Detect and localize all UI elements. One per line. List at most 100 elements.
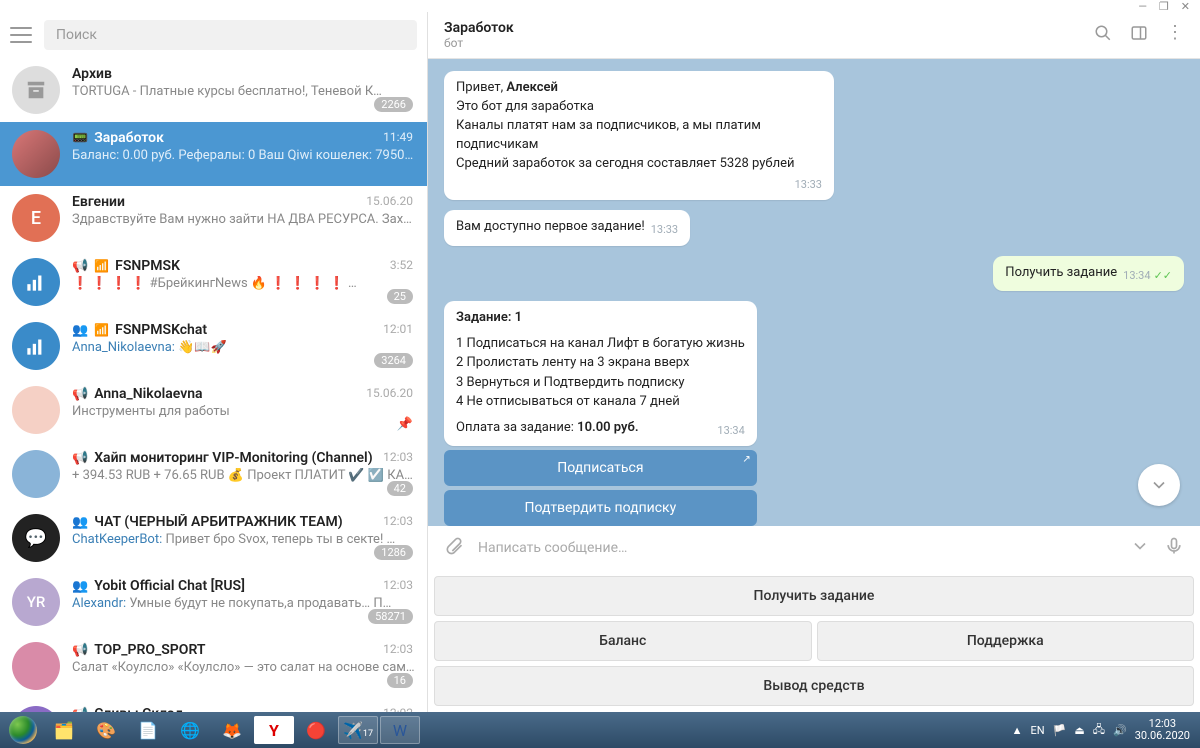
avatar (12, 322, 60, 370)
task-telegram[interactable]: ✈️17 (338, 716, 378, 744)
search-input[interactable]: Поиск (44, 20, 417, 50)
menu-icon[interactable] (10, 27, 32, 43)
chat-title: Хайп мониторинг VIP-Monitoring (Channel) (94, 450, 372, 466)
tray-clock[interactable]: 12:03 30.06.2020 (1135, 718, 1190, 742)
sidebar-item-evgenii[interactable]: Е Евгении Здравствуйте Вам нужно зайти Н… (0, 186, 427, 250)
avatar (12, 130, 60, 178)
external-link-icon: ↗ (742, 454, 750, 465)
chat-title: TOP_PRO_SPORT (94, 642, 205, 658)
mic-icon[interactable] (1164, 536, 1184, 560)
close-icon[interactable]: ✕ (1181, 0, 1190, 13)
chat-title: Евгении (72, 194, 125, 210)
chat-time: 3:52 (390, 258, 413, 272)
archive-icon (12, 66, 60, 114)
chat-time: 15.06.20 (366, 386, 413, 400)
chat-header[interactable]: Заработок бот ⋮ (428, 12, 1200, 59)
messages: Привет, Алексей Это бот для заработка Ка… (428, 59, 1200, 526)
unread-badge: 25 (387, 289, 413, 304)
system-tray[interactable]: ▲ EN 🏳️ ⏏ 🖧 🔊 12:03 30.06.2020 (1012, 718, 1196, 742)
search-icon[interactable] (1094, 24, 1112, 46)
inline-button-confirm[interactable]: Подтвердить подписку (444, 490, 757, 526)
sidebar-item-archive[interactable]: Архив TORTUGA - Платные курсы бесплатно!… (0, 58, 427, 122)
group-icon: 👥 (72, 515, 88, 530)
attach-icon[interactable] (444, 536, 464, 560)
message-input[interactable] (478, 540, 1116, 556)
sidebar-item-vip-monitoring[interactable]: 📢 Хайп мониторинг VIP-Monitoring (Channel… (0, 442, 427, 506)
message-time: 13:34✓✓ (1123, 268, 1172, 283)
chat-title: Сливы Склад (94, 706, 183, 712)
channel-icon: 📢 (72, 707, 88, 713)
chat-time: 12:01 (383, 322, 413, 336)
chat-time: 12:03 (383, 450, 413, 464)
task-paint[interactable]: 🎨 (86, 716, 126, 744)
task-opera[interactable]: 🔴 (296, 716, 336, 744)
sidepanel-icon[interactable] (1130, 24, 1148, 46)
channel-icon: 📢 (72, 451, 88, 466)
start-button[interactable] (4, 715, 42, 745)
sidebar-item-black-arbitr[interactable]: 💬 👥ЧАТ (ЧЕРНЫЙ АРБИТРАЖНИК TEAM) ChatKee… (0, 506, 427, 570)
tray-eject-icon[interactable]: ⏏ (1074, 724, 1084, 737)
task-yandex[interactable]: Y (254, 716, 294, 744)
chat-title: Anna_Nikolaevna (94, 386, 202, 402)
kb-get-task[interactable]: Получить задание (434, 576, 1194, 616)
chat-preview: Салат «Коулсло» «Коулсло» — это салат на… (72, 660, 415, 675)
avatar (12, 258, 60, 306)
tray-chevron-icon[interactable]: ▲ (1012, 724, 1023, 737)
app-body: Поиск Архив TORTUGA - Платные курсы бесп… (0, 12, 1200, 712)
scroll-down-button[interactable] (1138, 464, 1180, 506)
kb-support[interactable]: Поддержка (817, 621, 1195, 661)
main-panel: Заработок бот ⋮ Привет, Алексей Это бот … (428, 12, 1200, 712)
message-out[interactable]: Получить задание13:34✓✓ (993, 256, 1184, 291)
unread-badge: 1286 (374, 545, 413, 560)
keyboard-collapse-icon[interactable] (1130, 536, 1150, 560)
chat-preview: TORTUGA - Платные курсы бесплатно!, Тене… (72, 84, 415, 99)
task-notepad[interactable]: 📄 (128, 716, 168, 744)
chat-preview: Здравствуйте Вам нужно зайти НА ДВА РЕСУ… (72, 212, 415, 227)
search-row: Поиск (0, 12, 427, 58)
more-icon[interactable]: ⋮ (1166, 24, 1184, 46)
chat-time: 12:03 (383, 642, 413, 656)
group-icon: 👥 (72, 579, 88, 594)
chat-title: Yobit Official Chat [RUS] (94, 578, 245, 594)
maximize-icon[interactable]: ❐ (1159, 0, 1169, 13)
sidebar-item-slivy[interactable]: 🧠 📢Сливы Склад Фотография. Автор: Мария … (0, 698, 427, 712)
sidebar-item-fsnpmskchat[interactable]: 👥📶FSNPMSKchat Anna_Nikolaevna: 👋📖🚀 12:01… (0, 314, 427, 378)
task-firefox[interactable]: 🦊 (212, 716, 252, 744)
task-chrome[interactable]: 🌐 (170, 716, 210, 744)
message-in[interactable]: Привет, Алексей Это бот для заработка Ка… (444, 71, 834, 200)
sidebar-item-top-pro-sport[interactable]: 📢TOP_PRO_SPORT Салат «Коулсло» «Коулсло»… (0, 634, 427, 698)
chat-title: Заработок (94, 130, 164, 146)
taskbar: 🗂️ 🎨 📄 🌐 🦊 Y 🔴 ✈️17 W ▲ EN 🏳️ ⏏ 🖧 🔊 12:0… (0, 712, 1200, 748)
tray-volume-icon[interactable]: 🔊 (1113, 724, 1127, 737)
message-in[interactable]: Вам доступно первое задание!13:33 (444, 210, 690, 245)
tray-network-icon[interactable]: 🖧 (1093, 721, 1105, 740)
chat-title: Архив (72, 66, 112, 82)
avatar (12, 450, 60, 498)
task-word[interactable]: W (380, 716, 420, 744)
minimize-icon[interactable]: — (1138, 0, 1147, 13)
task-explorer[interactable]: 🗂️ (44, 716, 84, 744)
group-icon: 👥 (72, 323, 88, 338)
window-controls: — ❐ ✕ (0, 0, 1200, 12)
inline-button-subscribe[interactable]: Подписаться↗ (444, 450, 757, 486)
unread-badge: 2266 (374, 97, 413, 112)
chat-preview: Инструменты для работы (72, 404, 415, 419)
chat-title: ЧАТ (ЧЕРНЫЙ АРБИТРАЖНИК TEAM) (94, 514, 342, 530)
sidebar-item-yobit[interactable]: YR 👥Yobit Official Chat [RUS] Alexandr: … (0, 570, 427, 634)
sidebar-item-fsnpmsk[interactable]: 📢📶FSNPMSK ❗ ❗ ❗ ❗ #БрейкингNews 🔥 ❗ ❗ ❗ … (0, 250, 427, 314)
unread-badge: 58271 (368, 609, 413, 624)
sidebar-item-anna[interactable]: 📢Anna_Nikolaevna Инструменты для работы … (0, 378, 427, 442)
header-subtitle: бот (444, 36, 1094, 50)
chat-preview: Баланс: 0.00 руб. Рефералы: 0 Ваш Qiwi к… (72, 148, 415, 163)
tray-lang[interactable]: EN (1031, 724, 1045, 737)
kb-balance[interactable]: Баланс (434, 621, 812, 661)
sidebar-item-zarabotok[interactable]: 📟Заработок Баланс: 0.00 руб. Рефералы: 0… (0, 122, 427, 186)
header-title: Заработок (444, 20, 1094, 36)
avatar (12, 386, 60, 434)
tray-flag-icon[interactable]: 🏳️ (1053, 724, 1067, 737)
message-in[interactable]: Задание: 1 1 Подписаться на канал Лифт в… (444, 301, 757, 446)
chat-time: 15.06.20 (366, 194, 413, 208)
message-time: 13:33 (795, 177, 822, 192)
chat-list: Архив TORTUGA - Платные курсы бесплатно!… (0, 58, 427, 712)
kb-withdraw[interactable]: Вывод средств (434, 666, 1194, 706)
